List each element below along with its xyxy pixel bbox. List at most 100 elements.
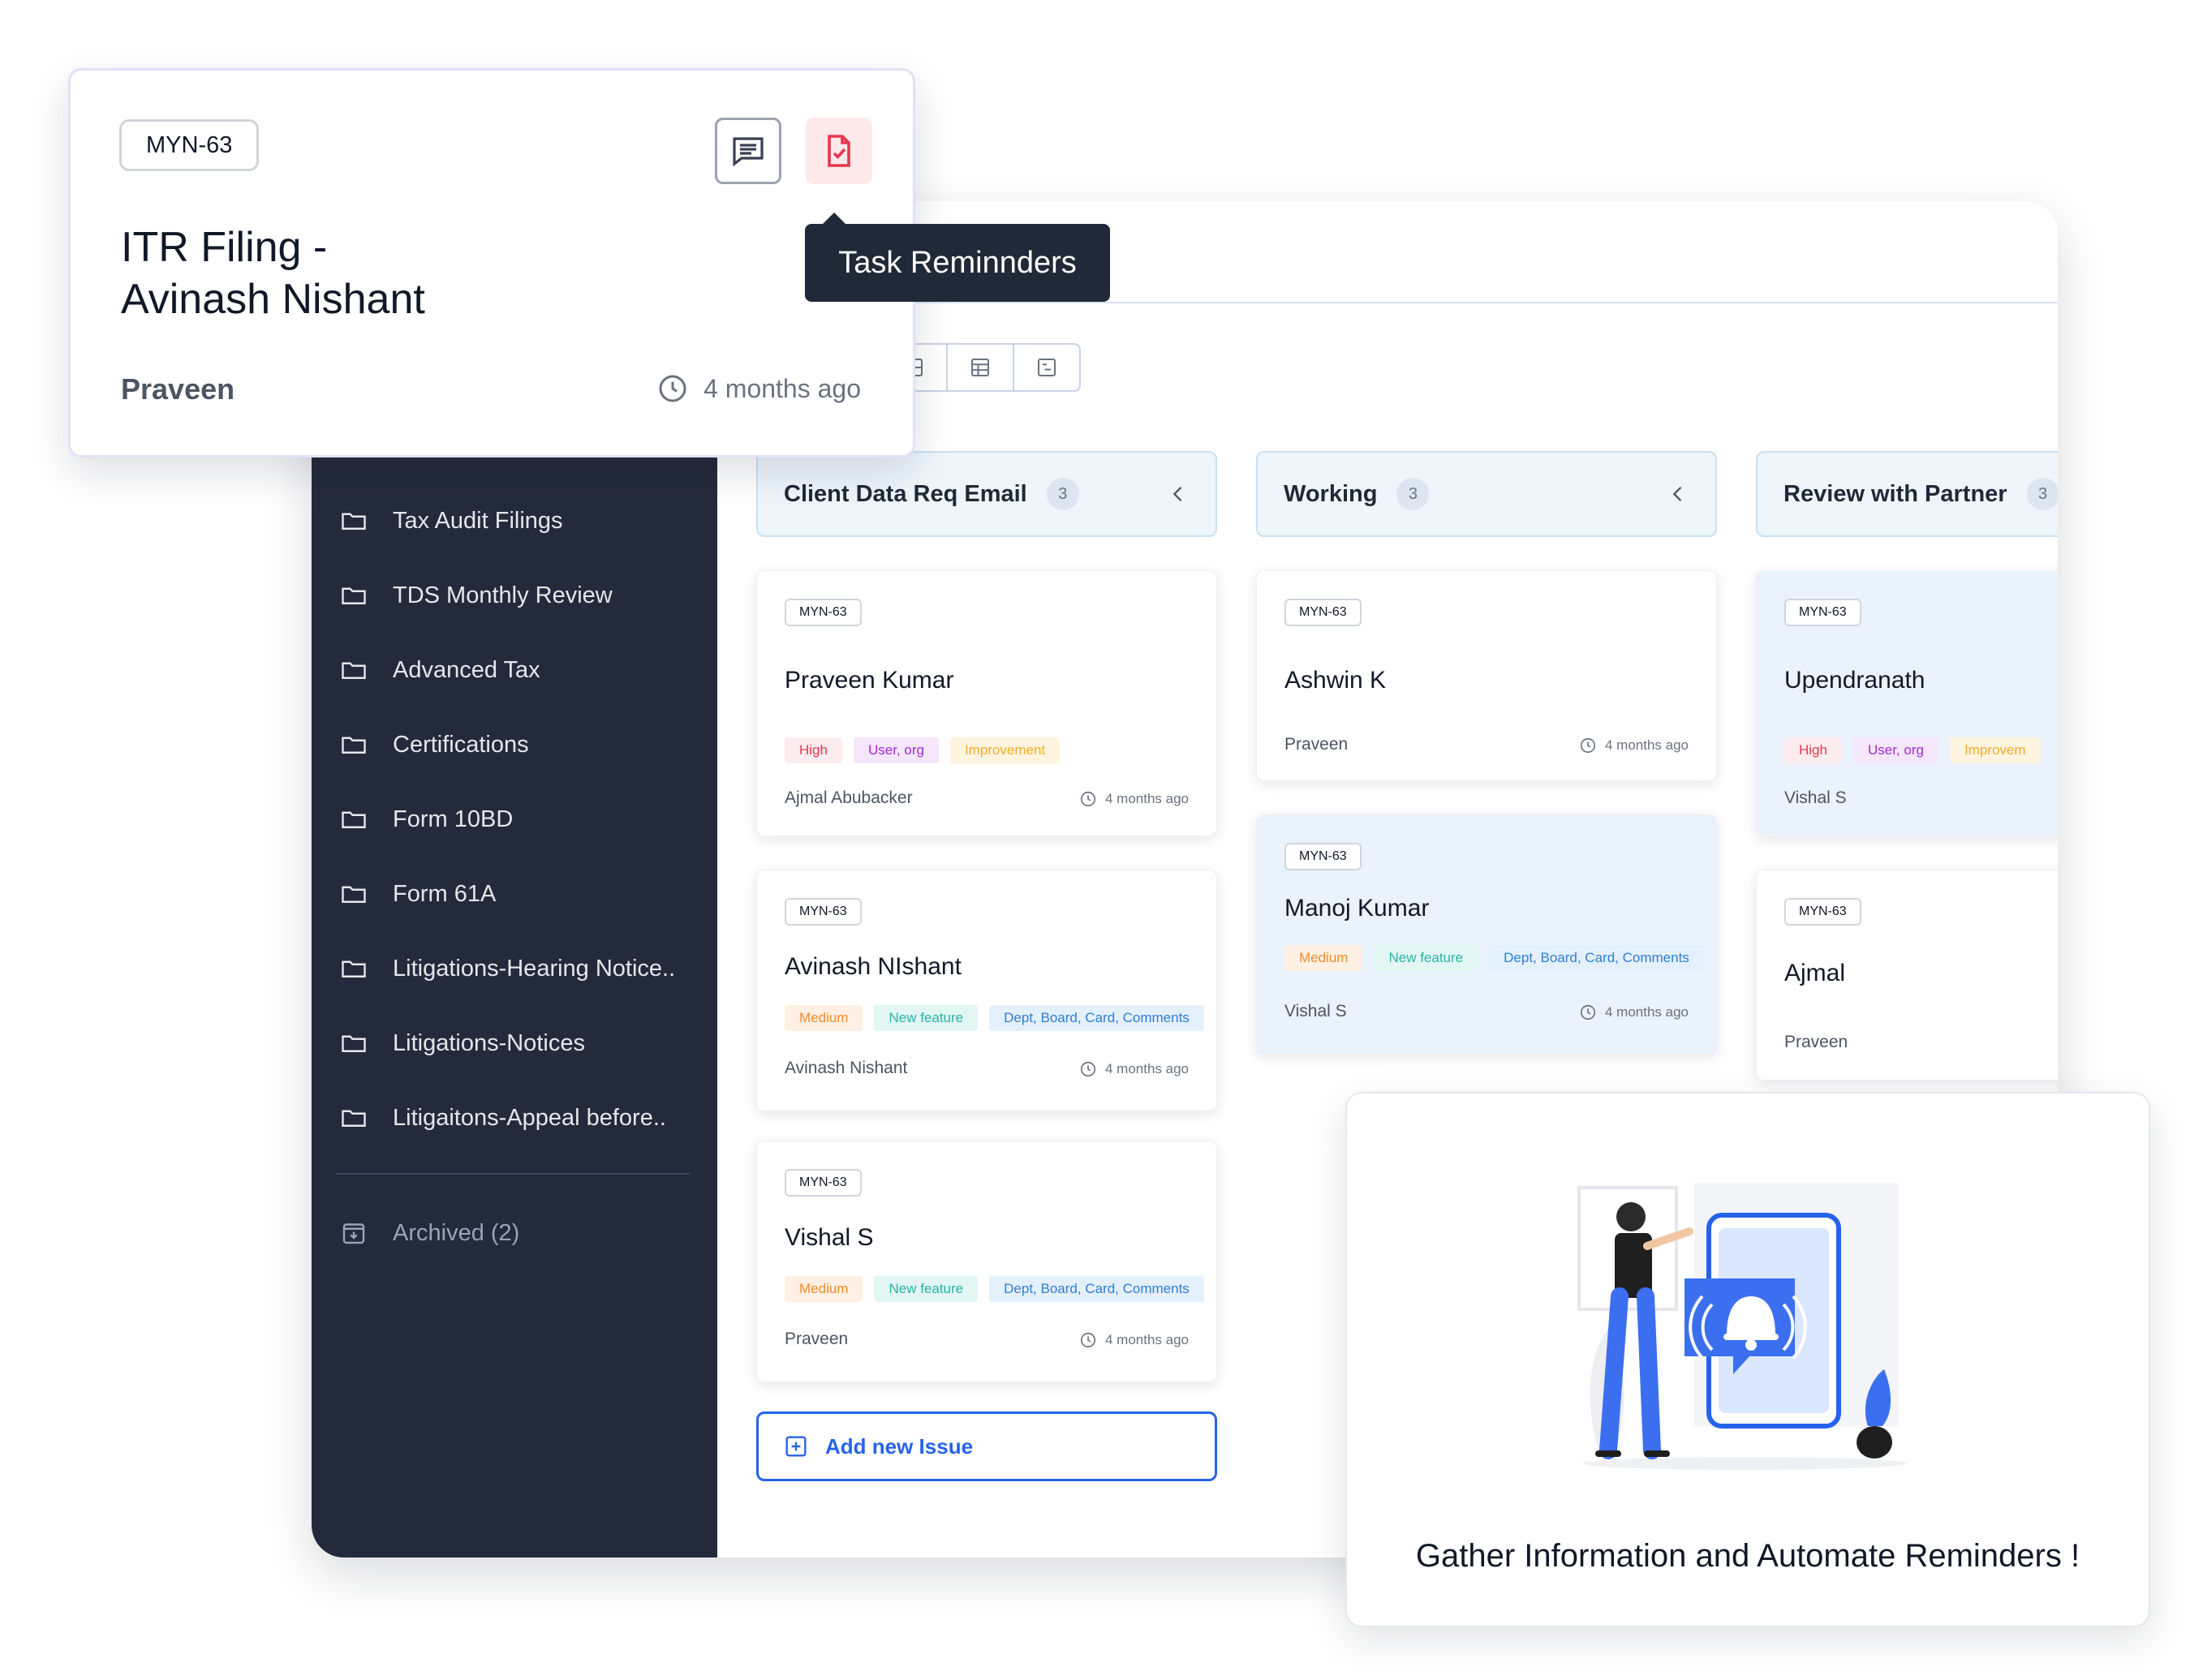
reminder-illustration <box>1577 1183 1907 1470</box>
sidebar-item-tds-monthly-review[interactable]: TDS Monthly Review <box>339 571 613 620</box>
issue-card[interactable]: MYN-63 Avinash NIshant Medium New featur… <box>756 870 1217 1111</box>
card-id: MYN-63 <box>1284 843 1362 870</box>
column-count-badge: 3 <box>2026 478 2058 510</box>
folder-icon <box>342 513 366 530</box>
card-title: Avinash NIshant <box>785 953 962 980</box>
task-title-line: Avinash Nishant <box>121 276 425 323</box>
card-title: Upendranath <box>1784 667 1925 694</box>
card-id: MYN-63 <box>1284 599 1362 626</box>
type-tag: Improvem <box>1949 737 2041 763</box>
column-header-review-with-partner[interactable]: Review with Partner 3 <box>1756 451 2058 537</box>
card-title: Praveen Kumar <box>785 667 954 694</box>
priority-tag: High <box>785 737 842 763</box>
promo-card: Gather Information and Automate Reminder… <box>1345 1092 2150 1627</box>
table-view-icon <box>971 359 989 376</box>
column-count-badge: 3 <box>1396 478 1430 510</box>
sidebar-item-certifications[interactable]: Certifications <box>339 720 529 769</box>
folder-icon <box>342 1035 366 1052</box>
type-tag: New feature <box>874 1005 979 1031</box>
scope-tag: User, org <box>853 737 939 763</box>
clock-icon <box>1080 1061 1096 1077</box>
view-option-timeline[interactable] <box>1013 345 1079 390</box>
sidebar-item-form-10bd[interactable]: Form 10BD <box>339 795 513 844</box>
card-owner: Ajmal Abubacker <box>785 788 913 807</box>
card-id: MYN-63 <box>785 898 862 926</box>
card-owner: Praveen <box>785 1330 849 1348</box>
folder-icon <box>342 886 366 903</box>
chevron-left-icon[interactable] <box>1667 483 1689 505</box>
card-time-label: 4 months ago <box>1604 737 1689 753</box>
card-owner: Praveen <box>1784 1033 1848 1051</box>
issue-card[interactable]: MYN-63 Ashwin K Praveen 4 months ago <box>1256 570 1717 781</box>
task-time: 4 months ago <box>656 372 861 405</box>
folder-icon <box>342 737 366 754</box>
sidebar-item-label: Tax Audit Filings <box>393 507 563 534</box>
timeline-view-icon <box>1038 359 1056 376</box>
card-time: 4 months ago <box>1579 737 1689 754</box>
card-title: Ajmal <box>1784 960 1846 986</box>
column-title: Working <box>1284 480 1378 507</box>
column-header-client-data[interactable]: Client Data Req Email 3 <box>756 451 1217 537</box>
issue-card[interactable]: MYN-63 Manoj Kumar Medium New feature De… <box>1256 814 1717 1055</box>
sidebar-item-litigations-notices[interactable]: Litigations-Notices <box>339 1019 585 1068</box>
plus-square-icon <box>785 1436 807 1457</box>
task-reminders-tooltip: Task Reminnders <box>805 213 1110 302</box>
card-tags: Medium New feature Dept, Board, Card, Co… <box>1284 945 1704 971</box>
scope-tag: Dept, Board, Card, Comments <box>1489 945 1704 971</box>
card-time-label: 4 months ago <box>1104 791 1189 806</box>
clock-icon <box>1080 1332 1096 1348</box>
column-count-badge: 3 <box>1046 478 1079 510</box>
card-time-label: 4 months ago <box>1604 1004 1689 1020</box>
card-time-label: 4 months ago <box>1104 1061 1189 1076</box>
sidebar-item-label: Certifications <box>393 731 529 758</box>
issue-card[interactable]: MYN-63 Ajmal Praveen <box>1756 870 2058 1081</box>
column-title: Client Data Req Email <box>784 480 1027 507</box>
sidebar-item-litigations-hearing-notice[interactable]: Litigations-Hearing Notice.. <box>339 944 675 993</box>
task-reminders-button[interactable] <box>806 118 872 184</box>
card-tags: High User, org Improvem <box>1784 737 2041 763</box>
type-tag: New feature <box>874 1276 979 1302</box>
folder-icon <box>342 662 366 679</box>
sidebar-item-form-61a[interactable]: Form 61A <box>339 870 496 918</box>
chevron-left-icon[interactable] <box>1167 483 1190 505</box>
issue-card[interactable]: MYN-63 Upendranath High User, org Improv… <box>1756 570 2058 836</box>
sidebar-item-label: Litigations-Notices <box>393 1029 585 1056</box>
card-owner: Praveen <box>1284 735 1349 754</box>
task-detail-card[interactable]: MYN-63 ITR Filing - Avinash Nishant Prav… <box>68 68 915 458</box>
priority-tag: Medium <box>1284 945 1363 971</box>
sidebar-item-tax-audit-filings[interactable]: Tax Audit Filings <box>339 496 563 545</box>
scope-tag: Dept, Board, Card, Comments <box>989 1276 1204 1302</box>
sidebar-item-advanced-tax[interactable]: Advanced Tax <box>339 646 540 694</box>
comments-button[interactable] <box>715 118 781 184</box>
scope-tag: Dept, Board, Card, Comments <box>989 1005 1204 1031</box>
promo-caption: Gather Information and Automate Reminder… <box>1415 1538 2080 1574</box>
card-title: Manoj Kumar <box>1284 895 1430 922</box>
clock-icon <box>1080 791 1096 807</box>
task-title-line: ITR Filing - <box>121 224 328 271</box>
sidebar-item-archived[interactable]: Archived (2) <box>339 1209 519 1257</box>
card-title: Ashwin K <box>1284 667 1387 694</box>
issue-card[interactable]: MYN-63 Praveen Kumar High User, org Impr… <box>756 570 1217 836</box>
folder-icon <box>342 1110 366 1127</box>
card-title: Vishal S <box>785 1224 874 1251</box>
add-new-issue-button[interactable]: Add new Issue <box>756 1411 1217 1481</box>
column-title: Review with Partner <box>1783 480 2007 507</box>
tooltip-text: Task Reminnders <box>838 245 1077 280</box>
issue-card[interactable]: MYN-63 Vishal S Medium New feature Dept,… <box>756 1141 1217 1382</box>
view-option-table[interactable] <box>946 345 1013 390</box>
card-time-label: 4 months ago <box>1104 1332 1189 1347</box>
task-time-label: 4 months ago <box>703 373 861 403</box>
card-id: MYN-63 <box>785 1169 862 1197</box>
sidebar-item-litigations-appeal[interactable]: Litigaitons-Appeal before.. <box>339 1094 666 1142</box>
card-time: 4 months ago <box>1079 1060 1189 1078</box>
task-id-badge: MYN-63 <box>119 119 260 171</box>
task-owner: Praveen <box>121 372 235 406</box>
sidebar-item-label: Litigations-Hearing Notice.. <box>393 955 676 982</box>
column-header-working[interactable]: Working 3 <box>1256 451 1717 537</box>
card-tags: High User, org Improvement <box>785 737 1061 763</box>
card-time: 4 months ago <box>1079 1331 1189 1349</box>
type-tag: Improvement <box>949 737 1061 763</box>
archived-label: Archived (2) <box>393 1219 520 1246</box>
card-time: 4 months ago <box>1079 790 1189 808</box>
card-owner: Vishal S <box>1784 788 1847 807</box>
